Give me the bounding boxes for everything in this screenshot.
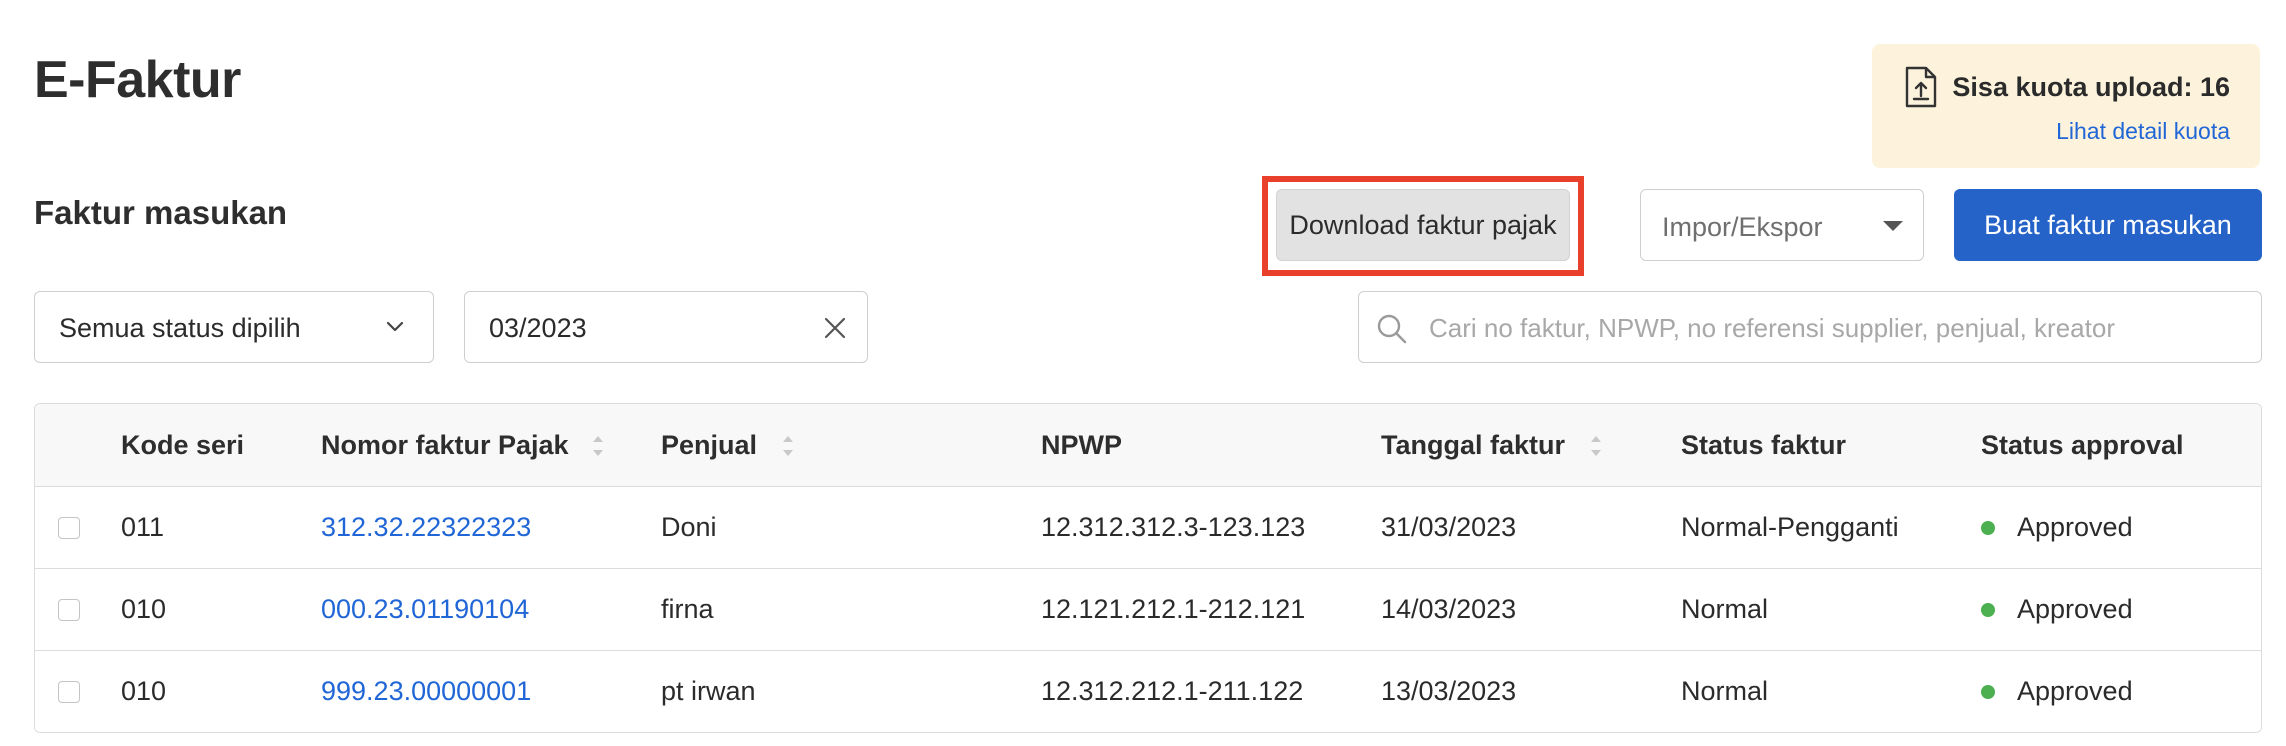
- header-nomor-faktur[interactable]: Nomor faktur Pajak: [321, 430, 569, 461]
- quota-remaining-text: Sisa kuota upload: 16: [1952, 72, 2230, 102]
- import-export-label: Impor/Ekspor: [1662, 212, 1823, 242]
- faktur-table: Kode seri Nomor faktur Pajak Penjual NPW…: [34, 403, 2262, 733]
- cell-status-approval: Approved: [2017, 512, 2133, 542]
- status-filter-label: Semua status dipilih: [59, 313, 301, 343]
- row-checkbox[interactable]: [58, 517, 80, 539]
- cell-penjual: pt irwan: [661, 676, 756, 706]
- download-faktur-button[interactable]: Download faktur pajak: [1276, 189, 1570, 261]
- row-checkbox[interactable]: [58, 681, 80, 703]
- quota-detail-link[interactable]: Lihat detail kuota: [2056, 118, 2230, 145]
- chevron-down-icon: [386, 321, 404, 332]
- caret-down-icon: [1883, 221, 1903, 231]
- header-penjual[interactable]: Penjual: [661, 430, 757, 461]
- page-title: E-Faktur: [34, 51, 241, 109]
- section-title: Faktur masukan: [34, 194, 288, 231]
- status-filter-dropdown[interactable]: Semua status dipilih: [34, 291, 434, 363]
- cell-status-approval: Approved: [2017, 594, 2133, 624]
- sort-icon[interactable]: [1589, 431, 1603, 461]
- header-status-approval: Status approval: [1981, 430, 2184, 460]
- search-box: [1358, 291, 2262, 363]
- cell-npwp: 12.121.212.1-212.121: [1041, 594, 1306, 624]
- cell-status-faktur: Normal: [1681, 676, 1769, 706]
- cell-status-approval: Approved: [2017, 676, 2133, 706]
- cell-status-faktur: Normal: [1681, 594, 1769, 624]
- create-faktur-button[interactable]: Buat faktur masukan: [1954, 189, 2262, 261]
- import-export-dropdown[interactable]: Impor/Ekspor: [1640, 189, 1924, 261]
- header-tanggal-faktur[interactable]: Tanggal faktur: [1381, 430, 1565, 461]
- period-value: 03/2023: [489, 313, 587, 343]
- status-dot-icon: [1981, 521, 1995, 535]
- cell-tanggal: 14/03/2023: [1381, 594, 1517, 624]
- cell-nomor-faktur-link[interactable]: 999.23.00000001: [321, 676, 531, 707]
- header-npwp: NPWP: [1041, 430, 1122, 460]
- cell-tanggal: 31/03/2023: [1381, 512, 1517, 542]
- table-header: Kode seri Nomor faktur Pajak Penjual NPW…: [35, 404, 2261, 487]
- header-kode-seri: Kode seri: [121, 430, 245, 460]
- cell-nomor-faktur-link[interactable]: 312.32.22322323: [321, 512, 531, 543]
- search-icon: [1377, 314, 1407, 344]
- cell-penjual: firna: [661, 594, 714, 624]
- row-checkbox[interactable]: [58, 599, 80, 621]
- cell-npwp: 12.312.312.3-123.123: [1041, 512, 1306, 542]
- status-dot-icon: [1981, 603, 1995, 617]
- cell-tanggal: 13/03/2023: [1381, 676, 1517, 706]
- status-dot-icon: [1981, 685, 1995, 699]
- sort-icon[interactable]: [781, 431, 795, 461]
- header-status-faktur: Status faktur: [1681, 430, 1847, 460]
- quota-panel: Sisa kuota upload: 16 Lihat detail kuota: [1872, 44, 2260, 168]
- cell-nomor-faktur-link[interactable]: 000.23.01190104: [321, 594, 529, 625]
- table-row[interactable]: 010 000.23.01190104 firna 12.121.212.1-2…: [35, 569, 2261, 651]
- cell-kode-seri: 010: [121, 594, 167, 624]
- sort-icon[interactable]: [591, 431, 605, 461]
- period-filter[interactable]: 03/2023: [464, 291, 868, 363]
- close-icon[interactable]: [821, 314, 849, 342]
- cell-kode-seri: 011: [121, 512, 165, 542]
- cell-npwp: 12.312.212.1-211.122: [1041, 676, 1304, 706]
- file-upload-icon: [1905, 66, 1937, 108]
- cell-kode-seri: 010: [121, 676, 167, 706]
- cell-penjual: Doni: [661, 512, 717, 542]
- table-row[interactable]: 011 312.32.22322323 Doni 12.312.312.3-12…: [35, 487, 2261, 569]
- table-row[interactable]: 010 999.23.00000001 pt irwan 12.312.212.…: [35, 651, 2261, 732]
- search-input[interactable]: [1429, 306, 2249, 350]
- cell-status-faktur: Normal-Pengganti: [1681, 512, 1899, 542]
